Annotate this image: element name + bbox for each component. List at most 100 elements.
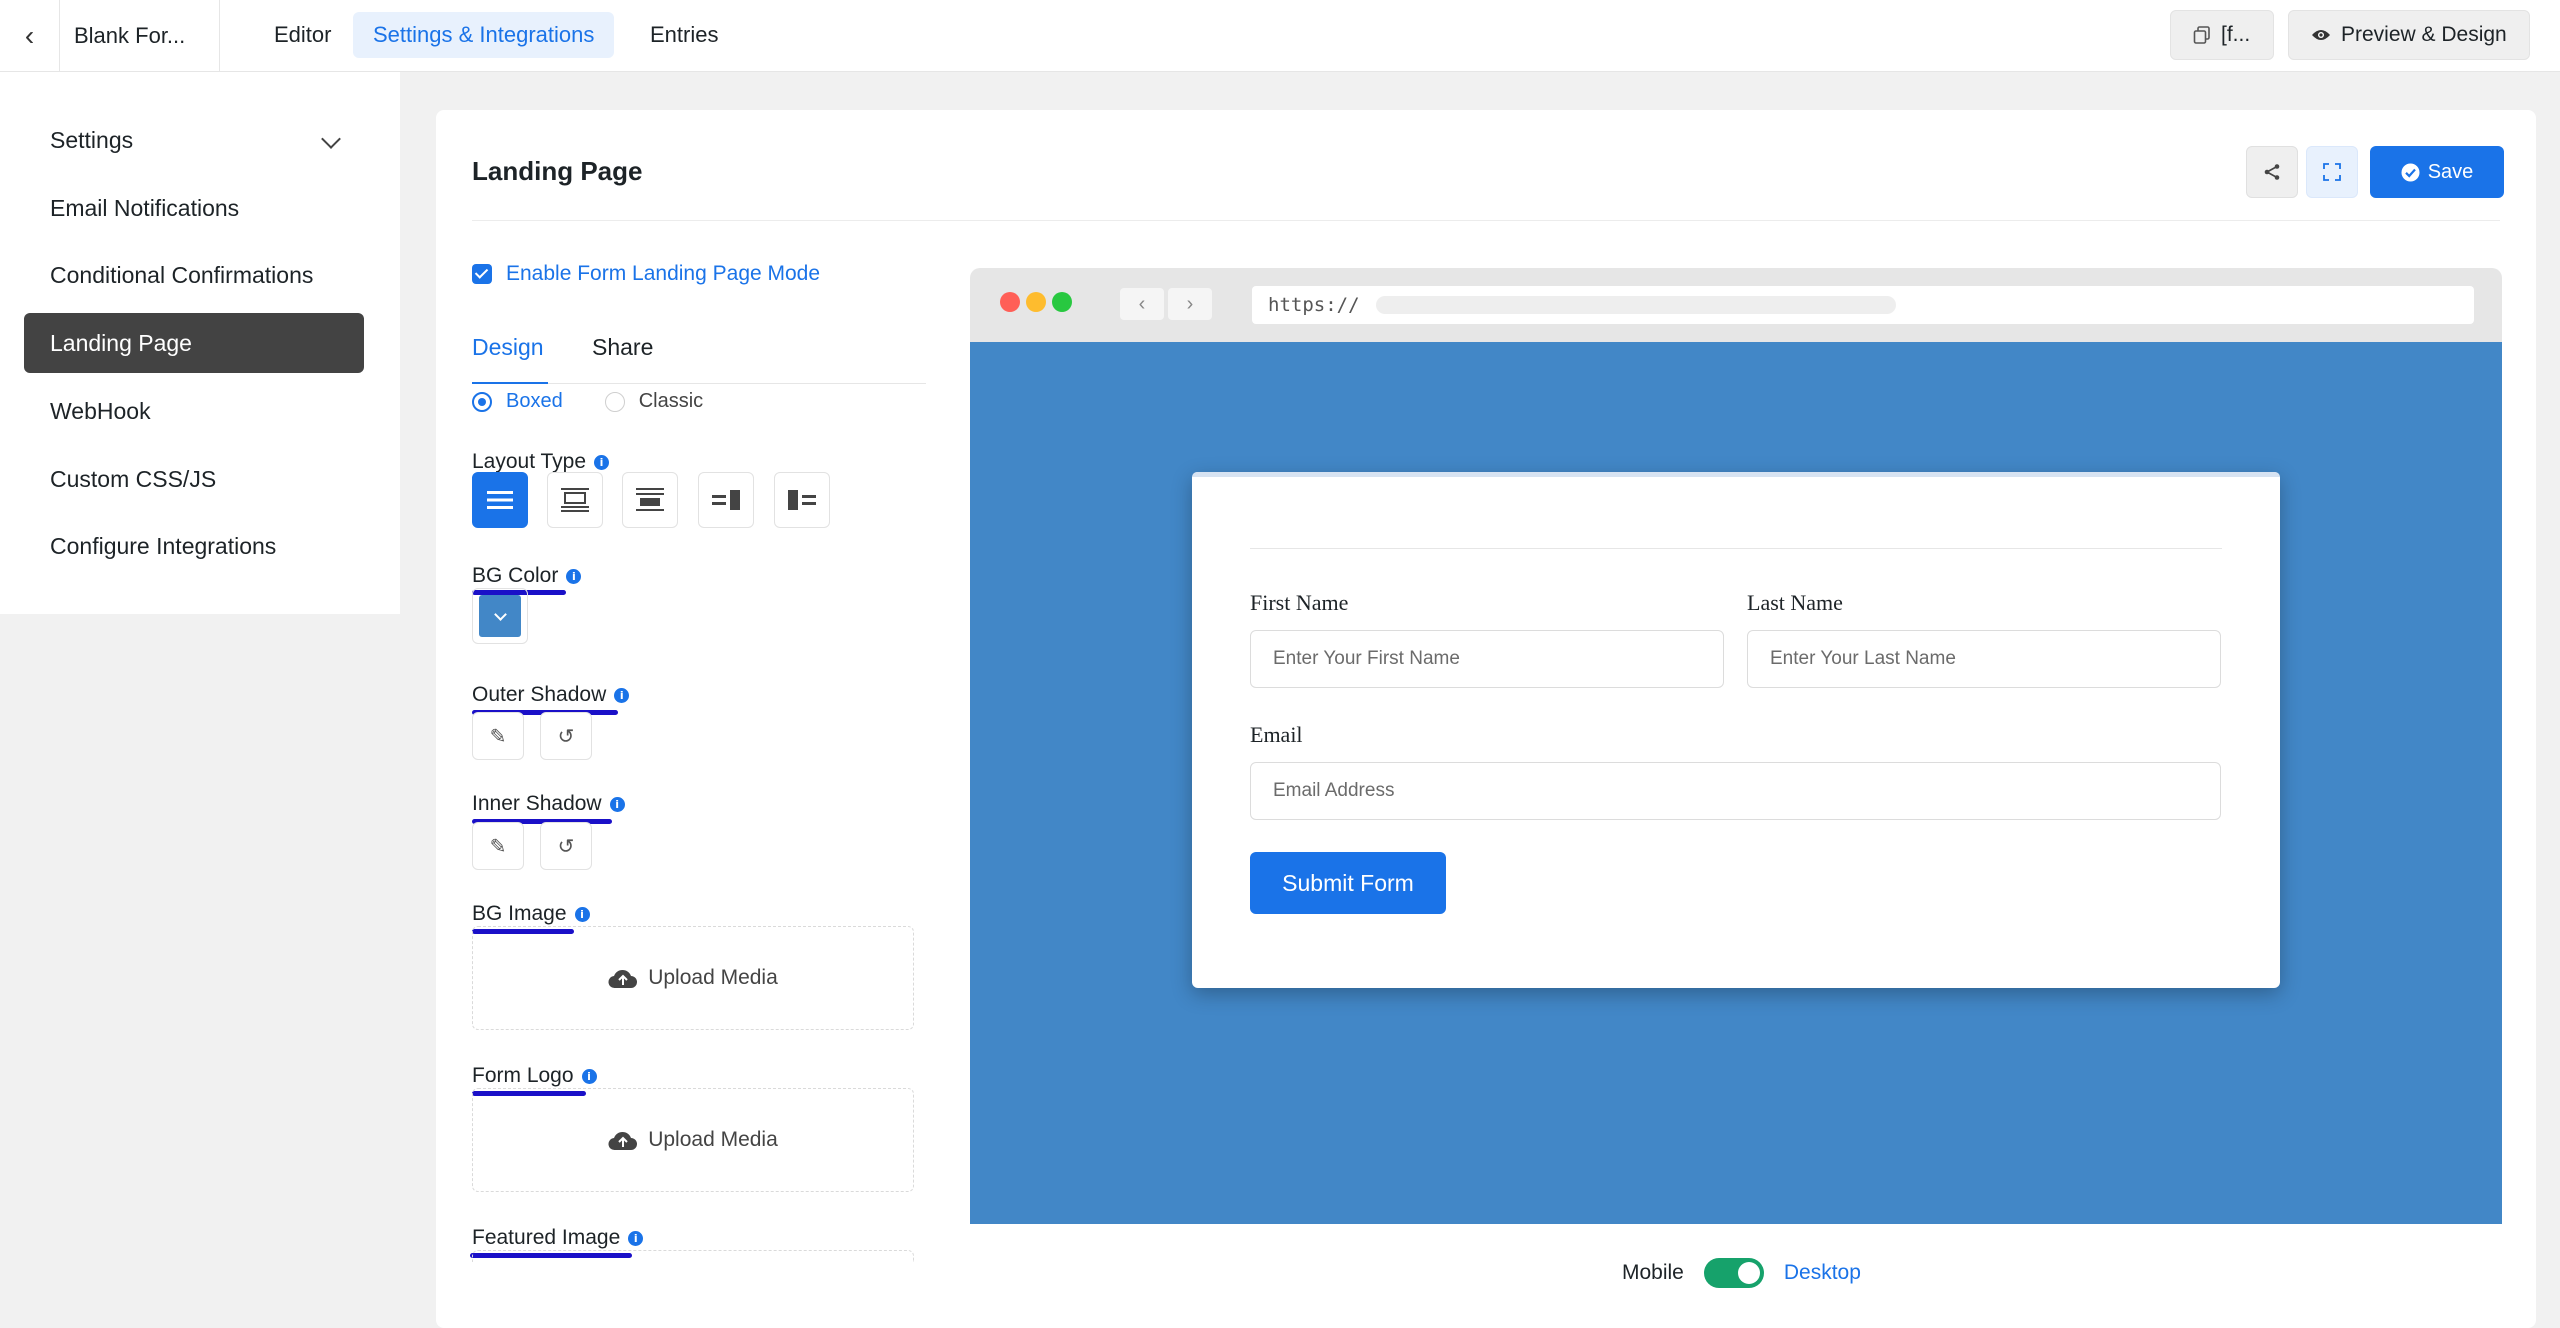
layout-media-right-icon [712,490,740,510]
last-name-label: Last Name [1747,590,1843,615]
form-card-accent [1192,472,2280,477]
inner-shadow-label: Inner Shadow i [472,792,625,816]
sidebar-item-label: Conditional Confirmations [50,261,314,288]
featured-image-label: Featured Image i [472,1226,644,1250]
classic-radio[interactable] [604,391,625,412]
sidebar-item-settings[interactable]: Settings [24,110,364,170]
cloud-upload-icon [608,969,638,989]
layout-option-default[interactable] [472,472,528,528]
share-button[interactable] [2246,146,2298,198]
preview-design-label: Preview & Design [2341,23,2507,46]
layout-media-top-icon [561,488,589,512]
sidebar-item-landing-page[interactable]: Landing Page [24,313,364,373]
minimize-dot [1026,292,1046,312]
device-switch[interactable] [1703,1258,1764,1288]
sidebar-item-conditional-confirmations[interactable]: Conditional Confirmations [24,245,364,305]
upload-media-label: Upload Media [648,1128,778,1151]
form-divider [1250,548,2222,549]
outer-shadow-label: Outer Shadow i [472,683,630,707]
layout-option-media-left[interactable] [774,472,830,528]
form-name[interactable]: Blank For... [60,0,220,72]
sidebar-item-label: Configure Integrations [50,532,277,559]
outer-shadow-reset-button[interactable]: ↺ [540,712,592,760]
last-name-input[interactable]: Enter Your Last Name [1747,630,2221,688]
pencil-icon: ✎ [489,725,507,748]
chevron-left-icon: ‹ [24,20,35,51]
chevron-left-icon: ‹ [1138,292,1146,315]
classic-label[interactable]: Classic [639,390,703,413]
browser-url-bar: https:// [1252,286,2474,324]
sidebar-item-label: Settings [50,126,134,153]
form-logo-text: Form Logo [472,1064,574,1087]
bg-image-text: BG Image [472,902,567,925]
sidebar-item-email-notifications[interactable]: Email Notifications [24,178,364,238]
featured-image-text: Featured Image [472,1226,621,1249]
layout-option-media-right[interactable] [698,472,754,528]
mobile-label[interactable]: Mobile [1622,1261,1684,1285]
inner-shadow-text: Inner Shadow [472,792,602,815]
layout-lines-icon [487,491,513,509]
outer-shadow-edit-button[interactable]: ✎ [472,712,524,760]
tab-design[interactable]: Design [472,328,548,384]
browser-back-button: ‹ [1120,288,1164,320]
sidebar-item-custom-css-js[interactable]: Custom CSS/JS [24,449,364,509]
sidebar-item-label: Custom CSS/JS [50,465,217,492]
sidebar-item-webhook[interactable]: WebHook [24,381,364,441]
info-icon[interactable]: i [594,454,610,470]
eye-icon [2312,30,2330,40]
tab-editor[interactable]: Editor [254,12,351,58]
email-input[interactable]: Email Address [1250,762,2221,820]
boxed-label[interactable]: Boxed [506,390,563,413]
desktop-label[interactable]: Desktop [1784,1261,1861,1285]
layout-option-media-center[interactable] [622,472,678,528]
inner-shadow-edit-button[interactable]: ✎ [472,822,524,870]
bg-image-label: BG Image i [472,902,590,926]
pencil-icon: ✎ [489,835,507,858]
featured-image-upload[interactable] [472,1250,914,1262]
check-circle-icon [2401,163,2420,181]
reset-icon: ↺ [557,835,575,858]
device-toggle: Mobile Desktop [1622,1258,1861,1288]
submit-form-button[interactable]: Submit Form [1250,852,1446,914]
panel-divider [472,220,2500,221]
layout-option-media-top[interactable] [547,472,603,528]
shortcode-button[interactable]: [f... [2170,10,2274,60]
outer-shadow-text: Outer Shadow [472,683,607,706]
tab-share[interactable]: Share [592,328,653,384]
enable-landing-page-toggle[interactable]: Enable Form Landing Page Mode [472,262,820,286]
sidebar-item-label: Email Notifications [50,194,240,221]
enable-landing-page-checkbox[interactable] [472,264,492,284]
layout-media-center-icon [636,488,664,511]
save-button[interactable]: Save [2370,146,2504,198]
bg-color-text: BG Color [472,564,559,587]
maximize-dot [1052,292,1072,312]
info-icon[interactable]: i [574,906,590,922]
enable-landing-page-label: Enable Form Landing Page Mode [506,262,821,285]
sidebar: Settings Email Notifications Conditional… [0,72,400,614]
back-button[interactable]: ‹ [0,0,60,72]
sidebar-item-configure-integrations[interactable]: Configure Integrations [24,516,364,576]
first-name-input[interactable]: Enter Your First Name [1250,630,1724,688]
page-title: Landing Page [472,156,643,186]
form-logo-upload[interactable]: Upload Media [472,1088,914,1192]
fullscreen-icon [2323,163,2341,181]
email-label: Email [1250,722,1303,747]
boxed-radio[interactable] [472,391,492,412]
shortcode-label: [f... [2221,23,2251,46]
info-icon[interactable]: i [628,1230,644,1246]
bg-image-upload[interactable]: Upload Media [472,926,914,1030]
tab-entries[interactable]: Entries [630,12,738,58]
info-icon[interactable]: i [581,1068,597,1084]
copy-icon [2193,26,2210,44]
inner-shadow-reset-button[interactable]: ↺ [540,822,592,870]
info-icon[interactable]: i [609,796,625,812]
tab-settings-integrations[interactable]: Settings & Integrations [353,12,615,58]
chevron-right-icon: › [1186,292,1194,315]
info-icon[interactable]: i [614,687,630,703]
bg-color-swatch[interactable] [479,595,521,637]
bg-color-picker[interactable] [472,588,528,644]
bg-color-label: BG Color i [472,564,582,588]
preview-design-button[interactable]: Preview & Design [2288,10,2530,60]
info-icon[interactable]: i [566,568,582,584]
fullscreen-button[interactable] [2306,146,2358,198]
